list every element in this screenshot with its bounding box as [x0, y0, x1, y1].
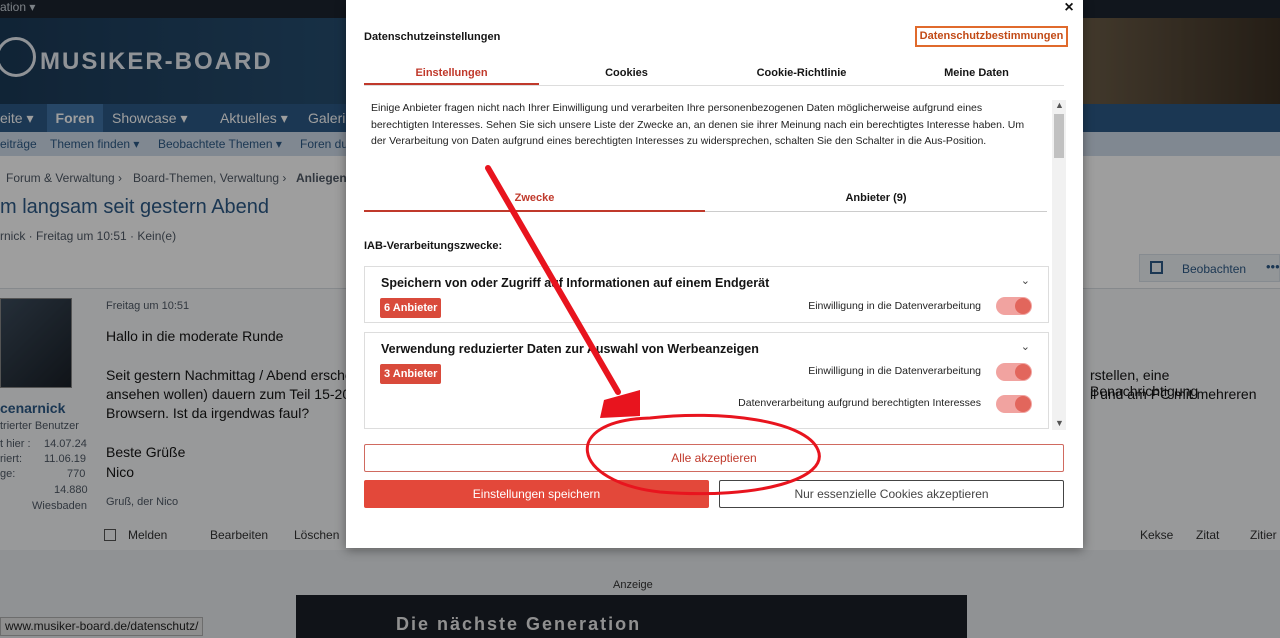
- iab-heading: IAB-Verarbeitungszwecke:: [364, 240, 503, 252]
- scroll-up-icon[interactable]: ▲: [1055, 100, 1064, 110]
- purpose-title: Verwendung reduzierter Daten zur Auswahl…: [381, 342, 759, 356]
- legitimate-interest-toggle[interactable]: [996, 395, 1032, 413]
- chevron-down-icon[interactable]: ⌄: [1021, 274, 1030, 287]
- purpose-card: Verwendung reduzierter Daten zur Auswahl…: [364, 332, 1049, 429]
- toggle-label: Einwilligung in die Datenverarbeitung: [808, 300, 981, 312]
- toggle-label: Einwilligung in die Datenverarbeitung: [808, 365, 981, 377]
- scrollbar[interactable]: ▲ ▼: [1052, 100, 1066, 430]
- purpose-tabs: Zwecke Anbieter (9): [364, 184, 1047, 212]
- settings-scroll-area[interactable]: Einige Anbieter fragen nicht nach Ihrer …: [364, 96, 1069, 430]
- tab-cookie-richtlinie[interactable]: Cookie-Richtlinie: [714, 60, 889, 85]
- close-icon[interactable]: ×: [1058, 0, 1080, 16]
- scrollbar-thumb[interactable]: [1054, 114, 1064, 158]
- vendor-count-badge[interactable]: 6 Anbieter: [380, 298, 442, 318]
- tab-zwecke[interactable]: Zwecke: [364, 184, 705, 212]
- accept-all-button[interactable]: Alle akzeptieren: [364, 444, 1064, 472]
- purpose-title: Speichern von oder Zugriff auf Informati…: [381, 276, 770, 290]
- save-settings-button[interactable]: Einstellungen speichern: [364, 480, 709, 508]
- consent-toggle[interactable]: [996, 297, 1032, 315]
- purpose-card: Speichern von oder Zugriff auf Informati…: [364, 266, 1049, 323]
- tab-meine-daten[interactable]: Meine Daten: [889, 60, 1064, 85]
- tab-cookies[interactable]: Cookies: [539, 60, 714, 85]
- modal-tabs: Einstellungen Cookies Cookie-Richtlinie …: [364, 60, 1064, 86]
- privacy-policy-link[interactable]: Datenschutzbestimmungen: [915, 26, 1068, 47]
- toggle-label: Datenverarbeitung aufgrund berechtigten …: [738, 397, 981, 409]
- tab-einstellungen[interactable]: Einstellungen: [364, 60, 539, 85]
- intro-text: Einige Anbieter fragen nicht nach Ihrer …: [371, 102, 1025, 147]
- chevron-down-icon[interactable]: ⌄: [1021, 340, 1030, 353]
- essential-only-button[interactable]: Nur essenzielle Cookies akzeptieren: [719, 480, 1064, 508]
- scroll-down-icon[interactable]: ▼: [1055, 418, 1064, 428]
- consent-toggle[interactable]: [996, 363, 1032, 381]
- privacy-modal: × Datenschutzeinstellungen Datenschutzbe…: [346, 0, 1083, 548]
- modal-title: Datenschutzeinstellungen: [364, 31, 501, 43]
- tab-anbieter[interactable]: Anbieter (9): [705, 184, 1047, 212]
- vendor-count-badge[interactable]: 3 Anbieter: [380, 364, 442, 384]
